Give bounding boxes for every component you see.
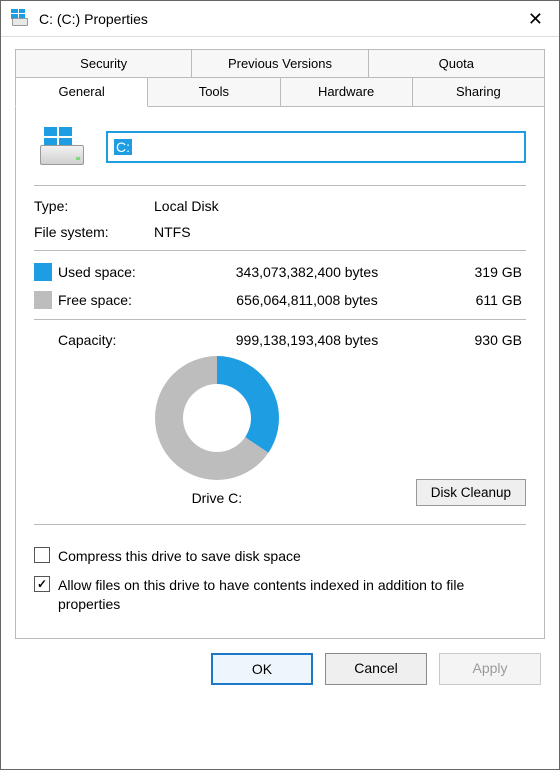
drive-icon-large (34, 125, 90, 169)
close-icon[interactable]: ✕ (520, 6, 551, 32)
usage-donut-chart (155, 356, 279, 480)
separator (34, 185, 526, 186)
tab-previous-versions[interactable]: Previous Versions (192, 49, 368, 78)
used-space-human: 319 GB (446, 264, 526, 280)
drive-name-input[interactable]: C: (106, 131, 526, 163)
capacity-label: Capacity: (58, 332, 168, 348)
free-space-bytes: 656,064,811,008 bytes (168, 292, 446, 308)
capacity-bytes: 999,138,193,408 bytes (168, 332, 446, 348)
apply-button[interactable]: Apply (439, 653, 541, 685)
dialog-buttons: OK Cancel Apply (1, 639, 559, 703)
free-space-label: Free space: (58, 292, 168, 308)
tabs-area: Security Previous Versions Quota General… (1, 37, 559, 639)
tab-sharing[interactable]: Sharing (413, 77, 545, 107)
tab-panel-general: C: Type: Local Disk File system: NTFS Us… (15, 107, 545, 639)
type-label: Type: (34, 198, 154, 214)
filesystem-value: NTFS (154, 224, 526, 240)
type-value: Local Disk (154, 198, 526, 214)
window-title: C: (C:) Properties (39, 11, 148, 27)
tab-tools[interactable]: Tools (148, 77, 280, 107)
free-space-human: 611 GB (446, 292, 526, 308)
tab-quota[interactable]: Quota (369, 49, 545, 78)
compress-label: Compress this drive to save disk space (58, 547, 301, 566)
used-space-swatch (34, 263, 52, 281)
tab-general[interactable]: General (15, 77, 148, 107)
tab-security[interactable]: Security (15, 49, 192, 78)
free-space-swatch (34, 291, 52, 309)
filesystem-label: File system: (34, 224, 154, 240)
drive-name-value: C: (114, 139, 132, 155)
used-space-label: Used space: (58, 264, 168, 280)
disk-cleanup-button[interactable]: Disk Cleanup (416, 479, 526, 506)
index-label: Allow files on this drive to have conten… (58, 576, 526, 614)
drive-label: Drive C: (192, 490, 243, 506)
separator (34, 319, 526, 320)
separator (34, 524, 526, 525)
used-space-bytes: 343,073,382,400 bytes (168, 264, 446, 280)
cancel-button[interactable]: Cancel (325, 653, 427, 685)
properties-window: C: (C:) Properties ✕ Security Previous V… (0, 0, 560, 770)
capacity-human: 930 GB (446, 332, 526, 348)
index-checkbox[interactable] (34, 576, 50, 592)
titlebar: C: (C:) Properties ✕ (1, 1, 559, 37)
separator (34, 250, 526, 251)
ok-button[interactable]: OK (211, 653, 313, 685)
drive-icon (9, 8, 31, 30)
compress-checkbox[interactable] (34, 547, 50, 563)
tab-hardware[interactable]: Hardware (281, 77, 413, 107)
